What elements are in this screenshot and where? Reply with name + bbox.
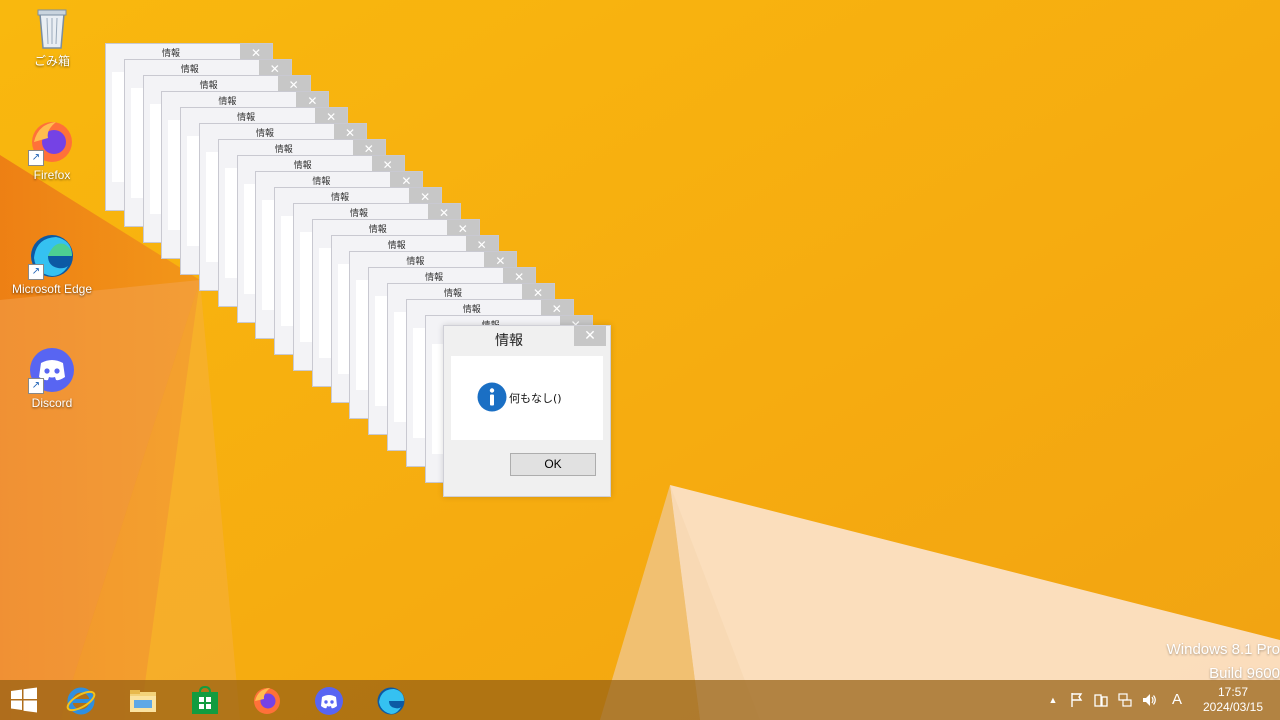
shortcut-arrow-icon: ↗ — [28, 264, 44, 280]
stacked-dialog-title: 情報 — [180, 65, 199, 75]
discord-icon — [315, 687, 343, 715]
close-button[interactable]: ✕ — [574, 326, 606, 346]
firefox-icon — [254, 688, 280, 714]
system-tray: ▲ A 17:57 2024/03/15 — [1040, 680, 1280, 720]
internet-explorer-icon — [66, 687, 96, 715]
ok-button[interactable]: OK — [510, 453, 596, 476]
windows-logo-icon — [11, 687, 37, 713]
clock-time: 17:57 — [1217, 685, 1249, 699]
shortcut-arrow-icon: ↗ — [28, 150, 44, 166]
firefox-icon: ↗ — [28, 118, 76, 166]
dialog-title: 情報 — [495, 333, 523, 349]
stacked-dialog-title: 情報 — [368, 225, 387, 235]
taskbar: ▲ A 17:57 2024/03/15 — [0, 680, 1280, 720]
os-watermark-edition: Windows 8.1 Pro — [1166, 641, 1280, 658]
recycle-bin-icon — [28, 4, 76, 52]
action-center-flag-icon[interactable] — [1068, 692, 1086, 708]
edge-icon — [377, 687, 405, 715]
network-icon[interactable] — [1116, 692, 1134, 708]
taskbar-internet-explorer[interactable] — [52, 680, 108, 720]
store-icon — [192, 686, 218, 714]
shortcut-arrow-icon: ↗ — [28, 378, 44, 394]
information-icon — [477, 382, 507, 412]
desktop-icon-firefox[interactable]: ↗ Firefox — [4, 118, 100, 182]
stacked-dialog-title: 情報 — [237, 113, 256, 123]
discord-icon: ↗ — [28, 346, 76, 394]
edge-icon: ↗ — [28, 232, 76, 280]
stacked-dialog-title: 情報 — [462, 305, 481, 315]
desktop-icon-label: ごみ箱 — [33, 54, 70, 68]
stacked-dialog-title: 情報 — [425, 273, 444, 283]
stacked-dialog-title: 情報 — [349, 209, 368, 219]
volume-icon[interactable] — [1140, 692, 1158, 708]
desktop-icon-label: Firefox — [33, 168, 71, 182]
folder-icon — [130, 690, 156, 712]
show-hidden-icons-button[interactable]: ▲ — [1044, 692, 1062, 708]
stacked-dialog-title: 情報 — [406, 257, 425, 267]
info-dialog[interactable]: 情報 ✕ 何もなし() OK — [443, 325, 611, 497]
taskbar-store[interactable] — [176, 680, 232, 720]
taskbar-firefox[interactable] — [238, 680, 294, 720]
taskbar-edge[interactable] — [362, 680, 418, 720]
desktop-icon-recycle-bin[interactable]: ごみ箱 — [4, 4, 100, 68]
stacked-dialog-title: 情報 — [443, 289, 462, 299]
stacked-dialog-title: 情報 — [199, 81, 218, 91]
stacked-dialog-title: 情報 — [312, 177, 331, 187]
stacked-dialog-title: 情報 — [274, 145, 293, 155]
stacked-dialog-title: 情報 — [161, 49, 180, 59]
desktop-icon-label: Discord — [31, 396, 73, 410]
desktop-icon-label: Microsoft Edge — [11, 282, 93, 296]
dialog-content: 何もなし() — [451, 356, 603, 440]
stacked-dialog-title: 情報 — [387, 241, 406, 251]
stacked-dialog-title: 情報 — [293, 161, 312, 171]
stacked-dialog-title: 情報 — [331, 193, 350, 203]
desktop-icon-edge[interactable]: ↗ Microsoft Edge — [4, 232, 100, 296]
stacked-dialog-title: 情報 — [255, 129, 274, 139]
ime-mode-indicator[interactable]: A — [1168, 692, 1186, 708]
clock-date: 2024/03/15 — [1202, 700, 1264, 714]
taskbar-file-explorer[interactable] — [114, 680, 170, 720]
start-button[interactable] — [0, 680, 56, 720]
device-icon[interactable] — [1092, 692, 1110, 708]
dialog-message: 何もなし() — [509, 392, 562, 405]
desktop-icon-discord[interactable]: ↗ Discord — [4, 346, 100, 410]
clock[interactable]: 17:57 2024/03/15 — [1196, 685, 1270, 715]
taskbar-discord[interactable] — [300, 680, 356, 720]
stacked-dialog-title: 情報 — [218, 97, 237, 107]
